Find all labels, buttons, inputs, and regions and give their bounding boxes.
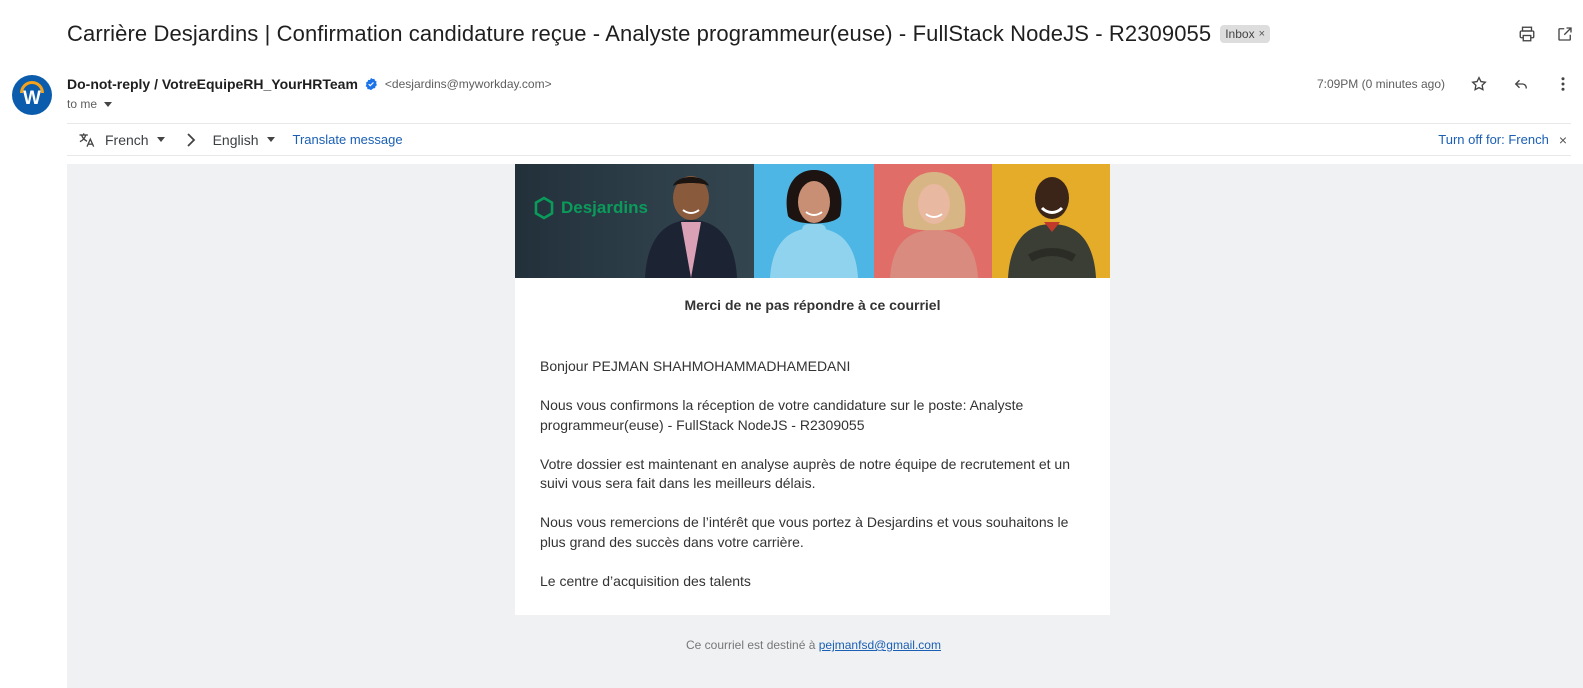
recipient-details-toggle[interactable]: to me xyxy=(67,97,113,111)
print-button[interactable] xyxy=(1517,24,1537,44)
translate-icon xyxy=(77,130,97,150)
star-icon xyxy=(1471,76,1487,91)
message-body: Bonjour PEJMAN SHAHMOHAMMADHAMEDANI Nous… xyxy=(540,357,1085,611)
person-photo-3 xyxy=(890,172,978,278)
turn-off-translation-link[interactable]: Turn off for: French xyxy=(1438,132,1549,147)
person-photo-2 xyxy=(770,170,858,278)
person-photo-1 xyxy=(645,176,737,278)
remove-label-button[interactable]: × xyxy=(1259,28,1265,40)
star-button[interactable] xyxy=(1469,74,1489,94)
chevron-right-icon xyxy=(185,132,197,147)
translate-bar: French English Translate message Turn of… xyxy=(67,123,1571,156)
message-footer: Ce courriel est destiné à pejmanfsd@gmai… xyxy=(686,638,941,652)
signature: Le centre d’acquisition des talents xyxy=(540,572,751,589)
message-actions: 7:09PM (0 minutes ago) xyxy=(1317,74,1573,94)
chevron-down-icon xyxy=(156,137,165,142)
print-icon xyxy=(1519,26,1535,42)
open-new-window-icon xyxy=(1558,27,1572,41)
translate-message-link[interactable]: Translate message xyxy=(293,132,403,147)
sender-row: Do-not-reply / VotreEquipeRH_YourHRTeam … xyxy=(67,76,552,92)
banner-panel-3 xyxy=(874,164,992,278)
hexagon-logo-icon xyxy=(534,196,554,220)
inbox-label-chip[interactable]: Inbox × xyxy=(1220,25,1271,43)
chevron-down-icon xyxy=(266,137,275,142)
desjardins-logo: Desjardins xyxy=(533,196,648,220)
open-in-new-window-button[interactable] xyxy=(1555,24,1575,44)
top-actions xyxy=(1517,18,1575,50)
to-label: to me xyxy=(67,97,98,111)
banner-panel-1: Desjardins xyxy=(515,164,754,278)
more-options-button[interactable] xyxy=(1553,74,1573,94)
reply-icon xyxy=(1514,79,1527,89)
message-title: Merci de ne pas répondre à ce courriel xyxy=(684,297,941,313)
paragraph-thanks: Nous vous remercions de l’intérêt que vo… xyxy=(540,514,1069,550)
paragraph-confirmation: Nous vous confirmons la réception de vot… xyxy=(540,397,1024,433)
message-card: Desjardins Merci de ne pas répondre à ce… xyxy=(515,164,1110,615)
chevron-down-icon xyxy=(104,101,113,107)
desjardins-banner: Desjardins xyxy=(515,164,1110,278)
source-language-label: French xyxy=(105,131,149,148)
banner-panel-4 xyxy=(992,164,1110,278)
greeting: Bonjour PEJMAN SHAHMOHAMMADHAMEDANI xyxy=(540,358,851,374)
timestamp: 7:09PM (0 minutes ago) xyxy=(1316,77,1445,91)
target-language-label: English xyxy=(212,131,259,148)
footer-prefix: Ce courriel est destiné à xyxy=(686,638,816,652)
email-subject: Carrière Desjardins | Confirmation candi… xyxy=(67,21,1212,46)
inbox-label-text: Inbox xyxy=(1225,27,1255,41)
reply-button[interactable] xyxy=(1511,74,1531,94)
verified-icon xyxy=(365,77,377,91)
source-language-select[interactable]: French xyxy=(105,132,165,148)
more-vert-icon xyxy=(1561,77,1565,91)
banner-panel-2 xyxy=(754,164,874,278)
paragraph-status: Votre dossier est maintenant en analyse … xyxy=(540,455,1071,492)
sender-avatar[interactable]: W xyxy=(12,75,52,115)
close-translate-bar-button[interactable]: × xyxy=(1559,132,1567,148)
target-language-select[interactable]: English xyxy=(213,132,275,148)
sender-name[interactable]: Do-not-reply / VotreEquipeRH_YourHRTeam xyxy=(67,76,358,92)
person-photo-4 xyxy=(1008,177,1096,278)
sender-email: <desjardins@myworkday.com> xyxy=(384,77,552,91)
recipient-email-link[interactable]: pejmanfsd@gmail.com xyxy=(819,638,941,652)
subject-row: Carrière Desjardins | Confirmation candi… xyxy=(67,18,1583,50)
translate-turn-off-area: Turn off for: French × xyxy=(1438,124,1567,155)
